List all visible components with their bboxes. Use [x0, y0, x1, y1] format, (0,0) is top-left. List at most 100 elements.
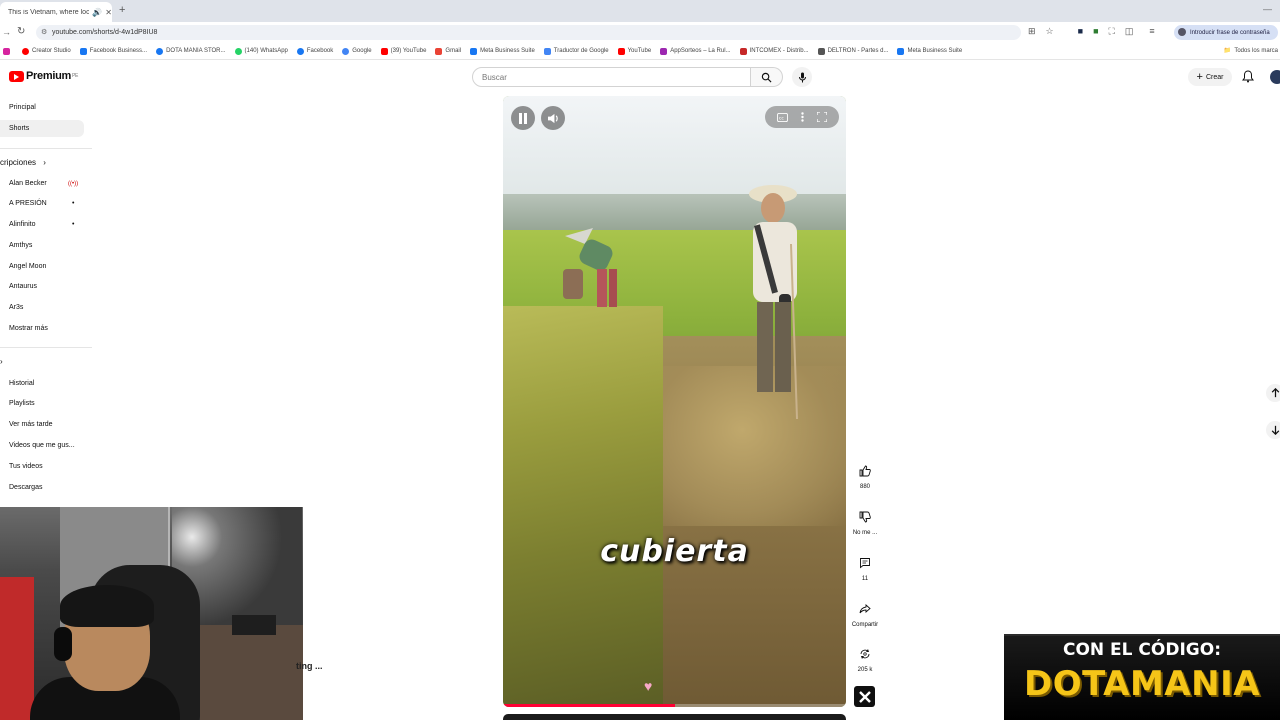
- appsorteos-icon: [660, 47, 668, 55]
- remix-button[interactable]: [855, 644, 875, 664]
- site-info-icon[interactable]: ⚙: [41, 28, 47, 36]
- next-short-preview[interactable]: [503, 714, 846, 720]
- sidebar-item-principal[interactable]: Principal: [0, 99, 84, 116]
- comments-action[interactable]: 11: [846, 553, 884, 582]
- new-tab-icon[interactable]: +: [119, 4, 125, 16]
- mic-icon: [798, 72, 806, 82]
- video-progress-bar[interactable]: [503, 704, 846, 707]
- bookmark-item[interactable]: Google: [342, 47, 372, 55]
- bookmark-item[interactable]: Creator Studio: [22, 47, 71, 55]
- you-section-chevron-icon[interactable]: ›: [0, 357, 3, 366]
- sidebar-item-label: Playlists: [9, 400, 35, 407]
- all-bookmarks[interactable]: 📁 Todos los marca: [1224, 47, 1278, 54]
- bookmark-item[interactable]: Gmail: [435, 47, 462, 55]
- bookmark-label: Meta Business Suite: [480, 48, 535, 54]
- minimize-icon[interactable]: —: [1263, 4, 1272, 14]
- sidebar-item-playlists[interactable]: Playlists: [0, 395, 84, 412]
- webcam-background-desk: [200, 625, 303, 720]
- bookmark-label: Gmail: [445, 48, 462, 54]
- sidebar-item-label: Tus videos: [9, 463, 43, 470]
- bookmark-label: DOTA MANIA STOR...: [166, 48, 226, 54]
- browser-tab-bar: This is Vietnam, where loca 🔊 ✕ + —: [0, 0, 1280, 22]
- bookmark-instagram[interactable]: [3, 47, 13, 55]
- share-action[interactable]: Compartir: [846, 599, 884, 628]
- short-video-player[interactable]: cc cubierta ♥: [503, 96, 846, 707]
- close-button[interactable]: [854, 686, 875, 707]
- voice-search-button[interactable]: [792, 67, 812, 87]
- bookmark-item[interactable]: AppSorteos – La Rul...: [660, 47, 731, 55]
- instagram-icon: [3, 47, 10, 55]
- subscription-item[interactable]: Antaurus: [0, 278, 84, 295]
- profile-icon: [1178, 28, 1186, 36]
- search-input[interactable]: Buscar: [472, 67, 751, 87]
- pause-button[interactable]: [511, 106, 535, 130]
- sidebar-item-shorts[interactable]: Shorts: [0, 120, 84, 137]
- install-icon[interactable]: ⊞: [1028, 26, 1036, 37]
- search-button[interactable]: [751, 67, 783, 87]
- extension-green-icon[interactable]: ■: [1093, 26, 1098, 37]
- sidebar-item-historial[interactable]: Historial: [0, 375, 84, 392]
- like-button[interactable]: [855, 461, 875, 481]
- sidebar-item-liked-videos[interactable]: Videos que me gus...: [0, 437, 84, 454]
- show-more-button[interactable]: Mostrar más: [0, 320, 84, 337]
- tab-audio-icon[interactable]: 🔊: [92, 8, 102, 17]
- subscription-item[interactable]: Alinfinito •: [0, 216, 84, 233]
- meta-icon: [79, 47, 87, 55]
- comments-button[interactable]: [855, 553, 875, 573]
- like-action[interactable]: 880: [846, 461, 884, 490]
- bookmark-item[interactable]: Meta Business Suite: [897, 47, 962, 55]
- bookmark-item[interactable]: YouTube: [617, 47, 651, 55]
- fullscreen-icon[interactable]: [816, 112, 827, 122]
- youtube-logo[interactable]: Premium PE: [9, 70, 78, 82]
- reload-icon[interactable]: ↻: [17, 26, 25, 37]
- sidebar-item-downloads[interactable]: Descargas: [0, 479, 84, 496]
- bookmark-item[interactable]: DELTRON - Partes d...: [817, 47, 888, 55]
- bookmark-item[interactable]: (140) WhatsApp: [234, 47, 288, 55]
- sidebar-item-watch-later[interactable]: Ver más tarde: [0, 416, 84, 433]
- bookmark-item[interactable]: DOTA MANIA STOR...: [156, 47, 226, 55]
- notifications-button[interactable]: [1242, 70, 1254, 83]
- dislike-button[interactable]: [855, 507, 875, 527]
- subscription-item[interactable]: Angel Moon: [0, 258, 84, 275]
- bookmark-label: (140) WhatsApp: [244, 48, 288, 54]
- next-short-button[interactable]: [1266, 421, 1280, 439]
- sidebar-item-your-videos[interactable]: Tus videos: [0, 458, 84, 475]
- subscriptions-header[interactable]: cripciones ›: [0, 158, 46, 167]
- volume-button[interactable]: [541, 106, 565, 130]
- captions-icon[interactable]: cc: [777, 112, 789, 122]
- tab-search-icon[interactable]: ≡: [1149, 26, 1154, 37]
- bookmarks-bar: Creator Studio Facebook Business... DOTA…: [0, 43, 1280, 60]
- bookmark-item[interactable]: Facebook: [296, 47, 333, 55]
- extensions-puzzle-icon[interactable]: ◫: [1125, 26, 1134, 37]
- create-button[interactable]: + Crear: [1188, 68, 1232, 86]
- previous-short-button[interactable]: [1266, 384, 1280, 402]
- bookmark-item[interactable]: Traductor de Google: [543, 47, 609, 55]
- extension-icon[interactable]: ■: [1078, 26, 1083, 37]
- bookmark-item[interactable]: Facebook Business...: [79, 47, 147, 55]
- account-avatar[interactable]: [1270, 70, 1280, 84]
- chevron-right-icon: ›: [43, 158, 46, 167]
- webcam-background-shelf: [0, 577, 34, 720]
- subscription-item[interactable]: A PRESIÓN •: [0, 195, 84, 212]
- subscription-item[interactable]: Amthys: [0, 237, 84, 254]
- remix-action[interactable]: 205 k: [846, 644, 884, 673]
- browser-tab[interactable]: This is Vietnam, where loca 🔊 ✕: [0, 2, 112, 22]
- bookmark-star-icon[interactable]: ☆: [1046, 26, 1054, 37]
- subscription-item[interactable]: Ar3s: [0, 299, 84, 316]
- subscription-item[interactable]: Alan Becker ((•)): [0, 175, 84, 192]
- bookmark-item[interactable]: INTCOMEX - Distrib...: [739, 47, 809, 55]
- bookmark-item[interactable]: (39) YouTube: [380, 47, 426, 55]
- bookmark-item[interactable]: Meta Business Suite: [470, 47, 535, 55]
- password-chip[interactable]: Introducir frase de contraseña: [1174, 25, 1278, 40]
- dislike-action[interactable]: No me ...: [846, 507, 884, 536]
- video-farmer-standing: [749, 185, 798, 420]
- meta-icon: [897, 47, 905, 55]
- screenshot-icon[interactable]: ⛶: [1109, 26, 1115, 37]
- back-icon[interactable]: →: [2, 27, 11, 37]
- share-button[interactable]: [855, 599, 875, 619]
- address-bar[interactable]: ⚙ youtube.com/shorts/d-4w1dP8IU8: [36, 25, 1021, 40]
- address-row: → ↻ ⚙ youtube.com/shorts/d-4w1dP8IU8 ⊞ ☆…: [0, 22, 1280, 43]
- tab-close-icon[interactable]: ✕: [105, 8, 112, 17]
- more-options-icon[interactable]: [801, 112, 804, 122]
- meta-icon: [470, 47, 478, 55]
